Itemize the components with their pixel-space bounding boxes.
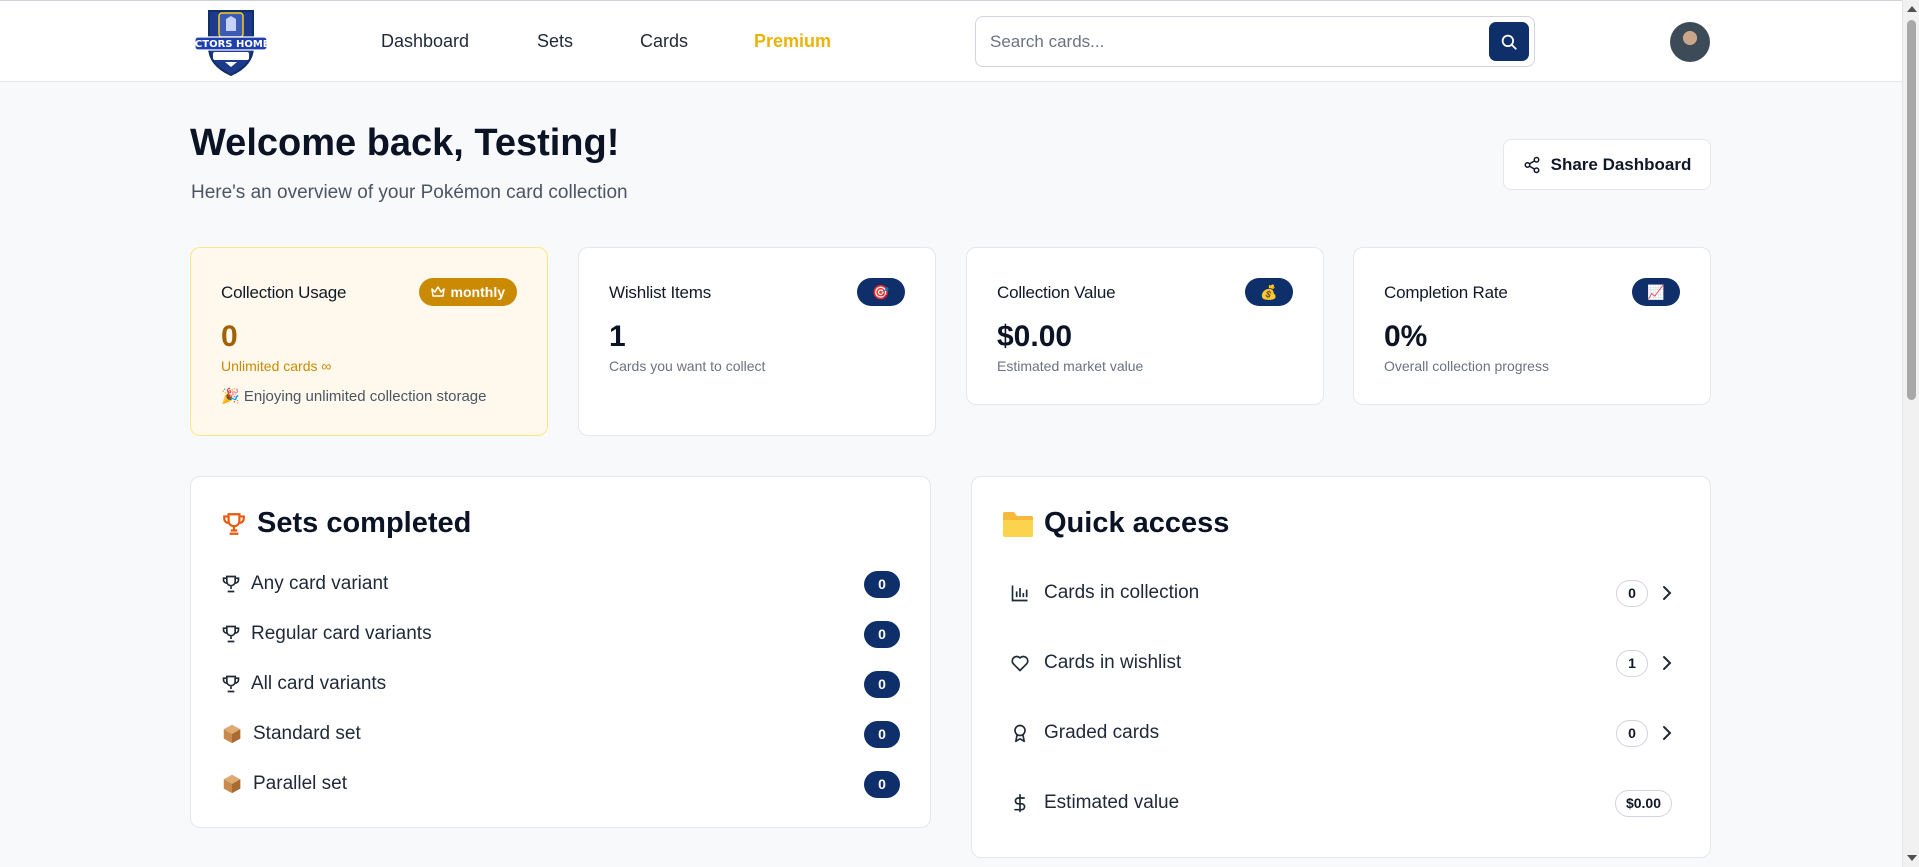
stat-value: $0.00 xyxy=(997,320,1073,353)
heart-icon xyxy=(1011,655,1029,672)
logo-text: COLLECTORS HOME BASE xyxy=(193,39,269,50)
package-icon xyxy=(223,774,241,794)
quick-access-cards-in-collection[interactable]: Cards in collection 0 xyxy=(1010,576,1672,610)
nav-sets[interactable]: Sets xyxy=(537,31,573,52)
value-badge: $0.00 xyxy=(1614,789,1672,817)
user-avatar[interactable] xyxy=(1670,22,1710,62)
share-dashboard-label: Share Dashboard xyxy=(1550,154,1692,174)
quick-access-cards-in-wishlist[interactable]: Cards in wishlist 1 xyxy=(1010,646,1672,680)
plan-badge-label: monthly xyxy=(450,284,505,300)
trophy-icon xyxy=(222,675,240,693)
chevron-right-icon xyxy=(1663,656,1672,670)
count-badge: 0 xyxy=(1616,719,1648,747)
quick-access-heading: Quick access xyxy=(1002,507,1229,540)
dollar-icon xyxy=(1014,793,1026,813)
quick-access-title: Quick access xyxy=(1044,507,1230,539)
trophy-icon xyxy=(223,512,245,535)
count-badge: 0 xyxy=(864,720,900,748)
set-row-label: Parallel set xyxy=(253,773,347,794)
crown-icon xyxy=(430,286,445,297)
stat-note: Overall collection progress xyxy=(1384,358,1549,374)
quick-access-estimated-value[interactable]: Estimated value $0.00 xyxy=(1010,786,1672,820)
set-row-label: Any card variant xyxy=(251,573,389,594)
share-dashboard-button[interactable]: Share Dashboard xyxy=(1503,139,1711,190)
trophy-icon xyxy=(222,575,240,593)
count-badge: 0 xyxy=(864,670,900,698)
stat-value: 1 xyxy=(609,320,626,353)
quick-access-label: Graded cards xyxy=(1044,722,1160,743)
trophy-icon xyxy=(222,625,240,643)
target-icon: 🎯 xyxy=(857,278,905,306)
stat-card-wishlist: Wishlist Items 🎯 1 Cards you want to col… xyxy=(578,247,936,436)
set-row-label: Regular card variants xyxy=(251,623,432,644)
chart-up-icon: 📈 xyxy=(1632,278,1680,306)
count-badge: 0 xyxy=(1616,579,1648,607)
search-button[interactable] xyxy=(1489,22,1529,61)
nav-dashboard[interactable]: Dashboard xyxy=(381,31,469,52)
stat-value: 0% xyxy=(1384,320,1428,353)
nav-cards[interactable]: Cards xyxy=(640,31,688,52)
top-navbar: COLLECTORS HOME BASE Dashboard Sets Card… xyxy=(0,0,1902,82)
folder-icon xyxy=(1003,511,1033,537)
search-icon xyxy=(1501,34,1517,50)
stat-card-collection-usage: Collection Usage monthly 0 Unlimited car… xyxy=(190,247,548,436)
chevron-right-icon xyxy=(1663,726,1672,740)
search-input[interactable] xyxy=(990,29,1460,55)
set-row-label: Standard set xyxy=(253,723,361,744)
set-row-parallel-set: Parallel set 0 xyxy=(221,769,900,799)
set-row-label: All card variants xyxy=(251,673,387,694)
stat-label: Collection Value xyxy=(997,283,1116,302)
nav-premium[interactable]: Premium xyxy=(754,31,831,52)
set-row-all-variants: All card variants 0 xyxy=(221,669,900,699)
set-row-regular-variants: Regular card variants 0 xyxy=(221,619,900,649)
stat-note: Cards you want to collect xyxy=(609,358,766,374)
stat-note: Unlimited cards ∞ xyxy=(221,358,332,374)
scroll-thumb[interactable] xyxy=(1907,20,1916,400)
search-bar xyxy=(975,16,1535,67)
package-icon xyxy=(223,724,241,744)
sets-completed-heading: Sets completed xyxy=(221,507,471,540)
count-badge: 0 xyxy=(864,570,900,598)
stat-note: Estimated market value xyxy=(997,358,1144,374)
set-row-standard-set: Standard set 0 xyxy=(221,719,900,749)
plan-badge: monthly xyxy=(418,278,517,306)
sets-completed-panel: Sets completed Any card variant 0 Regula… xyxy=(190,476,931,828)
set-row-any-variant: Any card variant 0 xyxy=(221,569,900,599)
quick-access-panel: Quick access Cards in collection 0 Cards… xyxy=(971,476,1711,858)
stat-value: 0 xyxy=(221,320,238,353)
quick-access-graded-cards[interactable]: Graded cards 0 xyxy=(1010,716,1672,750)
award-icon xyxy=(1014,724,1026,743)
quick-access-label: Estimated value xyxy=(1044,792,1180,813)
stat-extra-note: 🎉 Enjoying unlimited collection storage xyxy=(221,388,487,405)
page-subtitle: Here's an overview of your Pokémon card … xyxy=(191,182,628,203)
stat-label: Completion Rate xyxy=(1384,283,1508,302)
scroll-down-icon[interactable] xyxy=(1907,855,1917,861)
page-scrollbar[interactable] xyxy=(1902,0,1919,867)
quick-access-label: Cards in wishlist xyxy=(1044,652,1182,673)
stat-label: Wishlist Items xyxy=(609,283,712,302)
count-badge: 1 xyxy=(1616,649,1648,677)
stat-card-completion-rate: Completion Rate 📈 0% Overall collection … xyxy=(1353,247,1711,405)
logo[interactable]: COLLECTORS HOME BASE xyxy=(160,7,303,77)
count-badge: 0 xyxy=(864,620,900,648)
chevron-right-icon xyxy=(1663,586,1672,600)
stat-card-collection-value: Collection Value 💰 $0.00 Estimated marke… xyxy=(966,247,1324,405)
share-icon xyxy=(1524,156,1540,173)
scroll-up-icon[interactable] xyxy=(1907,6,1917,12)
stat-label: Collection Usage xyxy=(221,283,347,302)
bar-chart-icon xyxy=(1011,585,1028,602)
count-badge: 0 xyxy=(864,770,900,798)
money-bag-icon: 💰 xyxy=(1245,278,1293,306)
page-title: Welcome back, Testing! xyxy=(190,122,620,164)
sets-completed-title: Sets completed xyxy=(257,507,472,539)
quick-access-label: Cards in collection xyxy=(1044,582,1200,603)
